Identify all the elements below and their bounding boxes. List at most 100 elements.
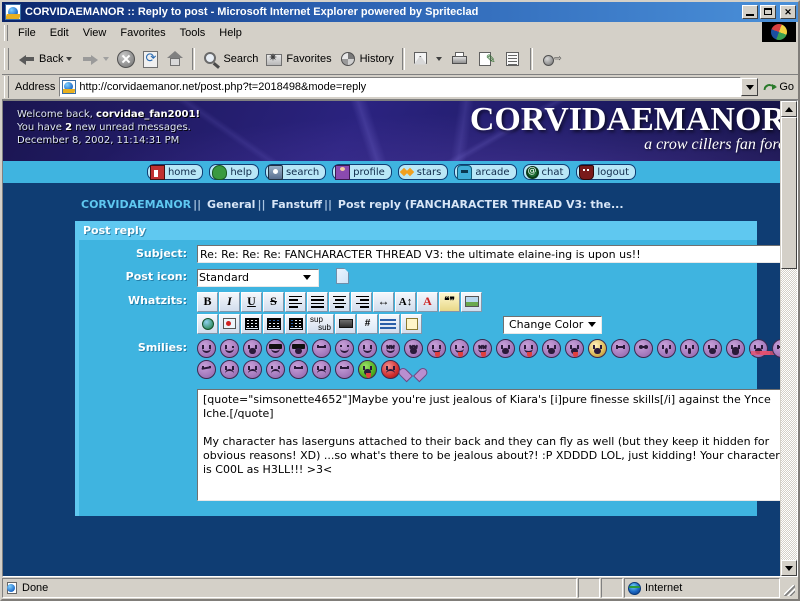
underline-button[interactable]: U [241,291,262,312]
smiley-happy[interactable] [358,338,377,358]
smiley-tongue-out[interactable] [565,338,584,358]
insert-image-button[interactable] [461,291,482,312]
smiley-blush[interactable] [335,338,354,358]
menu-grip[interactable] [4,24,8,41]
smiley-flat[interactable] [335,359,354,379]
scrollbar-track[interactable] [781,117,797,560]
smiley-grin[interactable] [243,338,262,358]
subject-input[interactable] [197,245,780,263]
smiley-laugh[interactable] [404,338,423,358]
smiley-rolleyes[interactable] [634,338,653,358]
menu-view[interactable]: View [76,25,114,41]
scroll-down-button[interactable] [781,560,797,576]
change-color-dropdown[interactable]: Change Color [503,315,603,334]
align-right-button[interactable] [351,291,372,312]
smiley-upset[interactable] [312,359,331,379]
minimize-button[interactable] [742,5,758,19]
scroll-up-button[interactable] [781,101,797,117]
scrollbar-thumb[interactable] [781,117,797,269]
nav-stars[interactable]: stars [397,164,449,180]
smiley-neutral[interactable] [611,338,630,358]
nav-home[interactable]: home [146,164,204,180]
security-zone-panel[interactable]: Internet [624,578,780,598]
smiley-squint[interactable] [381,338,400,358]
menu-edit[interactable]: Edit [43,25,76,41]
smiley-heart[interactable] [404,361,422,378]
menu-file[interactable]: File [11,25,43,41]
address-input[interactable]: http://corvidaemanor.net/post.php?t=2018… [59,77,742,97]
toolbar-grip[interactable] [4,48,9,70]
smiley-plain[interactable] [772,338,780,358]
discuss-button[interactable] [500,45,526,73]
smiley-smile[interactable] [197,338,216,358]
refresh-button[interactable] [139,45,162,73]
bold-button[interactable]: B [197,291,218,312]
smiley-wink[interactable] [220,338,239,358]
smiley-big-grin[interactable] [542,338,561,358]
home-button[interactable] [162,45,188,73]
smiley-smirk[interactable] [312,338,331,358]
message-textarea[interactable] [197,388,780,501]
smiley-surprised[interactable] [657,338,676,358]
back-button[interactable]: Back [13,45,76,73]
bullet-list-button[interactable] [379,313,400,334]
table-header-column-button[interactable] [285,313,306,334]
align-justify-button[interactable] [307,291,328,312]
align-center-button[interactable] [329,291,350,312]
nav-chat[interactable]: chat [522,164,571,180]
nav-help[interactable]: help [209,164,259,180]
horizontal-rule-button[interactable]: ↔ [373,291,394,312]
maximize-button[interactable] [760,5,776,19]
search-button[interactable]: Search [199,45,262,73]
go-button[interactable]: Go [759,80,798,94]
smiley-blush-pink[interactable] [749,338,768,358]
breadcrumb-level1[interactable]: General [207,198,255,211]
smiley-gold-laugh[interactable] [588,338,607,358]
hash-button[interactable]: # [357,313,378,334]
nav-arcade[interactable]: arcade [454,164,517,180]
insert-link-button[interactable] [197,313,218,334]
history-button[interactable]: History [336,45,398,73]
breadcrumb-root[interactable]: CORVIDAEMANOR [81,198,191,211]
back-dropdown-icon[interactable] [66,57,73,61]
smiley-unamused[interactable] [289,359,308,379]
close-button[interactable]: ✕ [780,5,796,19]
mail-dropdown-icon[interactable] [435,57,442,61]
nav-logout[interactable]: logout [576,164,637,180]
smiley-sick-green[interactable] [358,359,377,379]
mail-button[interactable] [409,45,446,73]
smiley-angry-red[interactable] [381,359,400,379]
menu-help[interactable]: Help [212,25,249,41]
edit-button[interactable] [474,45,500,73]
smiley-cool-grin[interactable] [289,338,308,358]
smiley-yell[interactable] [726,338,745,358]
smiley-worried[interactable] [266,359,285,379]
posticon-select[interactable]: Standard [197,268,319,287]
strikethrough-button[interactable]: S [263,291,284,312]
page-scrollbar[interactable] [780,101,797,576]
print-button[interactable] [446,45,474,73]
insert-media-button[interactable] [219,313,240,334]
nav-search[interactable]: search [264,164,327,180]
menu-tools[interactable]: Tools [173,25,213,41]
forward-button[interactable] [76,45,113,73]
quote-button[interactable]: ❝❞ [439,291,460,312]
smiley-cry-smirk[interactable] [519,338,538,358]
address-dropdown-button[interactable] [741,78,759,96]
smiley-kiss[interactable] [473,338,492,358]
resize-grip[interactable] [781,578,797,598]
menu-favorites[interactable]: Favorites [113,25,172,41]
insert-table-button[interactable] [241,313,262,334]
address-grip[interactable] [4,76,9,98]
smiley-shocked[interactable] [680,338,699,358]
smiley-cool[interactable] [266,338,285,358]
smiley-sad[interactable] [220,359,239,379]
nav-profile[interactable]: profile [332,164,392,180]
forward-dropdown-icon[interactable] [103,57,110,61]
smiley-tongue-wink[interactable] [450,338,469,358]
superscript-subscript-button[interactable]: sup sub [307,313,334,334]
font-size-button[interactable]: A↕ [395,291,416,312]
table-header-row-button[interactable] [263,313,284,334]
favorites-button[interactable]: Favorites [262,45,335,73]
messenger-button[interactable] [537,45,565,73]
